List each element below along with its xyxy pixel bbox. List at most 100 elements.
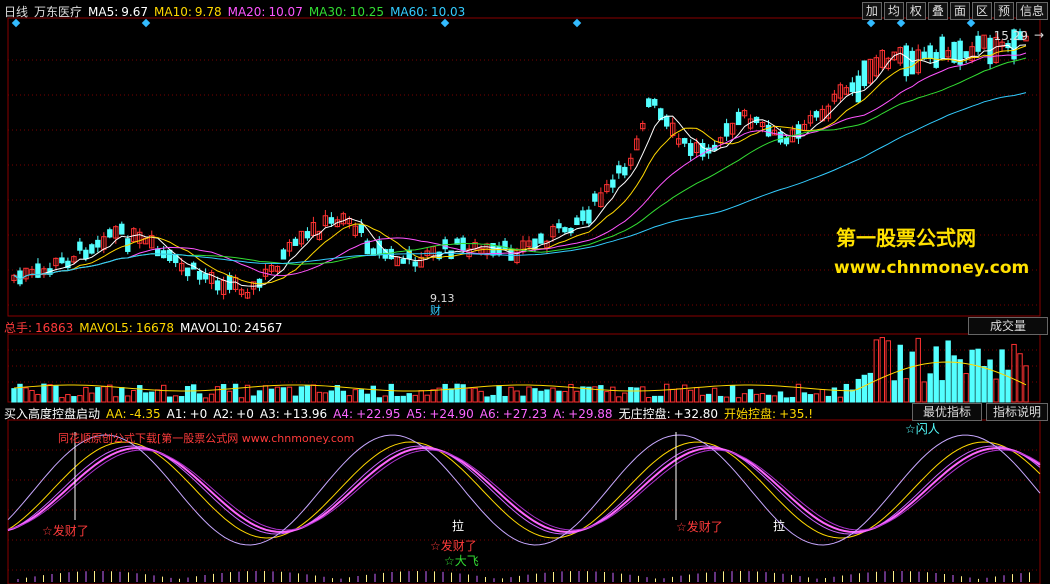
volume-bar: [975, 348, 981, 403]
volume-bar: [29, 389, 35, 403]
volume-bar: [280, 387, 287, 403]
candle-body: [119, 223, 125, 235]
toolbar-button-6[interactable]: 预: [993, 2, 1014, 20]
volume-bar: [891, 380, 897, 403]
toolbar-button-3[interactable]: 叠: [927, 2, 948, 20]
volume-bar: [909, 351, 915, 403]
volume-bar: [550, 387, 556, 403]
volume-bar: [418, 390, 424, 403]
volume-bar: [670, 388, 676, 403]
candle-body: [89, 244, 95, 254]
signal-shan-ren: ☆闪人: [905, 422, 940, 436]
candle-body: [166, 249, 173, 261]
volume-bar: [125, 395, 131, 403]
signal-fa-cai-3: ☆发财了: [676, 520, 723, 534]
volume-bar: [813, 393, 820, 403]
volume-bar: [526, 386, 532, 403]
price-header: 日线 万东医疗 MA5: 9.67 MA10: 9.78 MA20: 10.07 MA30:…: [4, 3, 477, 20]
volume-bar: [1005, 369, 1011, 403]
toolbar-button-5[interactable]: 区: [971, 2, 992, 20]
volume-bar: [939, 380, 945, 403]
volume-bar: [741, 393, 748, 403]
volume-bar: [783, 397, 790, 403]
volume-bar: [238, 397, 245, 403]
candle-body: [861, 60, 868, 87]
volume-bar: [658, 395, 664, 403]
chart-toolbar: 加均权叠面区预信息: [860, 2, 1048, 20]
volume-bar: [897, 344, 903, 403]
volume-bar: [640, 386, 646, 403]
candle-body: [556, 223, 562, 229]
volume-bar: [807, 394, 814, 403]
volume-bar: [352, 389, 359, 403]
toolbar-button-4[interactable]: 面: [949, 2, 970, 20]
ma-legend: MA5: 9.67 MA10: 9.78 MA20: 10.07 MA30: 10.25 MA6…: [88, 5, 471, 19]
volume-bar: [35, 393, 41, 403]
toolbar-button-2[interactable]: 权: [905, 2, 926, 20]
toolbar-button-0[interactable]: 加: [861, 2, 882, 20]
volume-bar: [442, 383, 448, 403]
toolbar-button-1[interactable]: 均: [883, 2, 904, 20]
legend-label: MA20:: [227, 4, 266, 19]
volume-bar: [256, 390, 263, 403]
volume-bar: [310, 384, 317, 403]
volume-bar: [394, 395, 400, 403]
best-indicator-tab[interactable]: 最优指标: [912, 403, 982, 421]
volume-bar: [993, 378, 999, 403]
candle-body: [735, 111, 742, 126]
legend-label: MA10:: [154, 4, 192, 19]
candle-body: [502, 240, 508, 251]
candle-body: [155, 248, 161, 257]
volume-bar: [664, 383, 670, 403]
volume-bar: [424, 394, 430, 403]
volume-bar: [705, 393, 712, 403]
indicator-header: 买入高度控盘启动 AA: -4.35 A1: +0 A2: +0 A3: +13.96 A4: +…: [4, 405, 819, 422]
signal-la-1: 拉: [452, 519, 465, 533]
indicator-name[interactable]: 买入高度控盘启动: [4, 405, 100, 422]
volume-bar: [89, 392, 95, 403]
volume-bar: [1011, 343, 1017, 403]
volume-bar: [119, 387, 125, 403]
candle-body: [196, 270, 203, 280]
candle-body: [909, 50, 915, 75]
volume-bar: [574, 390, 580, 403]
volume-bar: [963, 373, 969, 403]
volume-bar: [771, 395, 778, 403]
period-label[interactable]: 日线: [4, 3, 28, 20]
candle-body: [35, 263, 41, 278]
legend-label: A4:: [333, 406, 354, 421]
legend-item: MA30: 10.25: [309, 5, 384, 19]
legend-item: MA20: 10.07: [228, 5, 303, 19]
panel-frame: [7, 333, 1041, 403]
candle-body: [586, 209, 592, 224]
volume-tab[interactable]: 成交量: [968, 317, 1048, 335]
volume-bar: [544, 389, 550, 403]
candle-body: [687, 143, 694, 156]
candle-body: [412, 261, 418, 267]
candle-body: [927, 45, 933, 60]
signal-la-2: 拉: [773, 519, 786, 533]
legend-value: +0: [236, 406, 254, 421]
candle-body: [328, 217, 335, 224]
volume-bar: [873, 339, 880, 403]
chart-canvas: [7, 17, 1041, 584]
volume-bar: [172, 395, 179, 403]
volume-bar: [322, 392, 329, 403]
event-marker-icon: [966, 18, 976, 28]
volume-bar: [801, 392, 808, 403]
candle-body: [508, 248, 514, 261]
legend-item: MA60: 10.03: [390, 5, 465, 19]
volume-bar: [149, 391, 155, 403]
candle-body: [903, 45, 909, 77]
volume-bar: [346, 395, 353, 403]
indicator-help-tab[interactable]: 指标说明: [986, 403, 1048, 421]
candle-body: [77, 241, 83, 251]
volume-bar: [376, 397, 382, 403]
candle-body: [107, 229, 113, 238]
volume-bar: [687, 389, 694, 403]
toolbar-button-7[interactable]: 信息: [1015, 2, 1048, 20]
legend-item: A1: +0: [167, 407, 208, 421]
volume-bar: [837, 396, 844, 403]
volume-bar: [777, 391, 784, 403]
volume-bar: [652, 395, 658, 403]
